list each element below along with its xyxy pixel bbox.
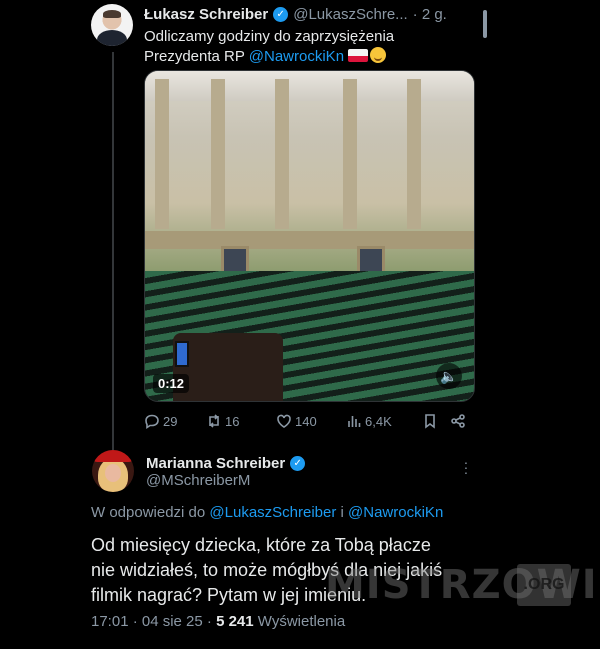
bookmark-icon <box>425 414 435 429</box>
video-frame-desk <box>173 333 283 401</box>
tweet-actions: 29 16 140 6,4K <box>144 410 474 432</box>
reply-to-separator: i <box>336 504 349 521</box>
avatar-suit <box>97 30 127 46</box>
author-handle[interactable]: @LukaszSchre... <box>293 6 407 23</box>
like-count: 140 <box>295 413 317 429</box>
scrollbar[interactable] <box>483 10 487 38</box>
verified-badge-icon: ✓ <box>273 6 289 22</box>
avatar-hair <box>103 10 121 18</box>
more-icon[interactable]: · · · <box>460 455 472 479</box>
tweet-header: Łukasz Schreiber ✓ @LukaszSchre... · 2 g… <box>144 4 484 24</box>
video-frame-column <box>343 79 357 229</box>
reply-to: W odpowiedzi do @LukaszSchreiber i @Nawr… <box>91 504 443 521</box>
tweet-text-prefix: Prezydenta RP <box>144 48 249 65</box>
video-frame-ceiling <box>145 71 474 101</box>
avatar[interactable] <box>91 4 133 46</box>
verified-badge-icon: ✓ <box>290 455 306 471</box>
repost-button[interactable]: 16 <box>206 413 276 429</box>
repost-icon <box>209 414 219 428</box>
share-button[interactable] <box>450 413 470 429</box>
video-time: 0:12 <box>153 374 190 393</box>
views-button[interactable]: 6,4K <box>346 413 422 429</box>
reply-text-line1: Od miesięcy dziecka, które za Tobą płacz… <box>91 535 431 555</box>
tweet-time[interactable]: · 2 g. <box>413 6 447 23</box>
views-count: 6,4K <box>365 413 392 429</box>
tweet-text: Odliczamy godziny do zaprzysiężenia Prez… <box>144 27 474 67</box>
reply-count: 29 <box>163 413 178 429</box>
reply-button[interactable]: 29 <box>144 413 206 429</box>
mention-link[interactable]: @NawrockiKn <box>348 504 443 521</box>
views-icon <box>348 416 361 427</box>
meta-views-label: Wyświetlenia <box>253 613 346 630</box>
meta-views-count: 5 241 <box>216 613 254 630</box>
bookmark-button[interactable] <box>422 413 450 429</box>
reply-icon <box>145 414 159 429</box>
like-icon <box>277 414 291 428</box>
video-frame-monitor <box>175 341 189 367</box>
video-frame-column <box>275 79 289 229</box>
author-name[interactable]: Marianna Schreiber <box>146 455 285 472</box>
video-player[interactable]: 0:12 🔈 <box>144 70 475 402</box>
mention-link[interactable]: @NawrockiKn <box>249 48 344 65</box>
tweet-text-line2: Prezydenta RP @NawrockiKn <box>144 47 474 67</box>
avatar-hat <box>94 450 132 462</box>
like-button[interactable]: 140 <box>276 413 346 429</box>
author-name[interactable]: Łukasz Schreiber <box>144 6 268 23</box>
video-frame-column <box>407 79 421 229</box>
reply-to-prefix: W odpowiedzi do <box>91 504 210 521</box>
avatar-face <box>105 464 121 482</box>
share-icon <box>451 414 465 428</box>
author-handle[interactable]: @MSchreiberM <box>146 472 250 489</box>
avatar[interactable] <box>92 450 134 492</box>
mute-icon[interactable]: 🔈 <box>436 363 462 389</box>
meta-time[interactable]: 17:01 · 04 sie 25 · <box>91 613 216 630</box>
reply-meta: 17:01 · 04 sie 25 · 5 241 Wyświetlenia <box>91 613 345 630</box>
watermark-suffix: .ORG <box>517 564 571 606</box>
tweet-text-line1: Odliczamy godziny do zaprzysiężenia <box>144 28 395 45</box>
reply-header: Marianna Schreiber ✓ <box>146 453 446 473</box>
repost-count: 16 <box>225 413 240 429</box>
video-frame-gallery <box>145 231 474 249</box>
thread-line <box>112 52 114 452</box>
flag-poland-icon <box>348 49 369 62</box>
smile-emoji-icon <box>370 47 387 63</box>
mention-link[interactable]: @LukaszSchreiber <box>209 504 336 521</box>
video-frame-column <box>155 79 169 229</box>
video-frame-column <box>211 79 225 229</box>
